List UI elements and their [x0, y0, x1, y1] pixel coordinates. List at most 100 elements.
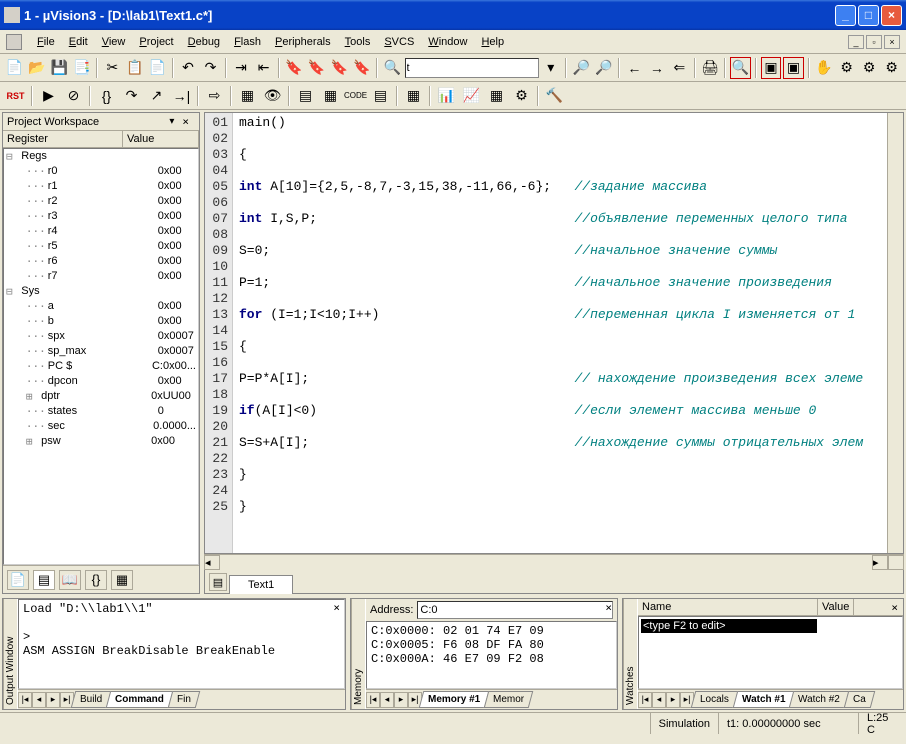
nav-prev-button[interactable]: ⇐	[669, 57, 690, 79]
run-button[interactable]: ▶	[37, 85, 60, 107]
toolbox-button[interactable]: ▦	[485, 85, 508, 107]
files-tab[interactable]: 📄	[7, 570, 29, 590]
memory-tab-1[interactable]: Memory #1	[419, 691, 490, 708]
reg-item[interactable]: ···b0x00	[4, 314, 198, 329]
reg-item[interactable]: ···r30x00	[4, 209, 198, 224]
reg-item[interactable]: ···r40x00	[4, 224, 198, 239]
reg-item[interactable]: ···sp_max0x0007	[4, 344, 198, 359]
reg-item[interactable]: ···r10x00	[4, 179, 198, 194]
funcs-tab[interactable]: {}	[85, 570, 107, 590]
dropdown-button[interactable]: ▾	[541, 57, 562, 79]
nav-back-button[interactable]: ←	[624, 57, 645, 79]
reg-item[interactable]: ···a0x00	[4, 299, 198, 314]
bookmark-toggle-button[interactable]: 🔖	[284, 57, 305, 79]
templates-tab[interactable]: ▦	[111, 570, 133, 590]
mdi-minimize-button[interactable]: _	[848, 35, 864, 49]
debug-start-button[interactable]: 🔍	[730, 57, 751, 79]
find-in-files-button[interactable]: 🔎	[571, 57, 592, 79]
register-col-name[interactable]: Register	[3, 131, 123, 147]
menu-peripherals[interactable]: Peripherals	[268, 33, 338, 51]
show-next-button[interactable]: ⇨	[203, 85, 226, 107]
menu-window[interactable]: Window	[421, 33, 474, 51]
memory-tab-2[interactable]: Memor	[484, 691, 534, 708]
memory-window-button[interactable]: ▦	[319, 85, 342, 107]
output-tab-find[interactable]: Fin	[168, 691, 200, 708]
new-file-button[interactable]: 📄	[4, 57, 25, 79]
mdi-restore-button[interactable]: ▫	[866, 35, 882, 49]
find-combo[interactable]	[405, 58, 539, 78]
hand-tool-button[interactable]: ✋	[814, 57, 835, 79]
menu-edit[interactable]: Edit	[62, 33, 95, 51]
breakpoint-kill-button[interactable]: ▣	[783, 57, 804, 79]
hscroll-left[interactable]: ◂	[204, 555, 220, 570]
watch-close-button[interactable]: ×	[888, 601, 901, 614]
watch-col-value[interactable]: Value	[818, 599, 854, 615]
watch-tab-call[interactable]: Ca	[844, 691, 875, 708]
watch-tab-2[interactable]: Watch #2	[789, 691, 849, 708]
nav-forward-button[interactable]: →	[647, 57, 668, 79]
reg-item[interactable]: ···r00x00	[4, 164, 198, 179]
bookmark-clear-button[interactable]: 🔖	[351, 57, 372, 79]
watch-col-name[interactable]: Name	[638, 599, 818, 615]
reg-item[interactable]: ⊞ psw0x00	[4, 434, 198, 449]
reg-item[interactable]: ···r20x00	[4, 194, 198, 209]
tool-button-3[interactable]: ⚙	[881, 57, 902, 79]
options-button[interactable]: 🔨	[543, 85, 566, 107]
code-editor[interactable]: main(){int A[10]={2,5,-8,7,-3,15,38,-11,…	[233, 113, 887, 553]
reg-item[interactable]: ···sec0.0000...	[4, 419, 198, 434]
reg-item[interactable]: ···spx0x0007	[4, 329, 198, 344]
menu-flash[interactable]: Flash	[227, 33, 268, 51]
menu-tools[interactable]: Tools	[338, 33, 378, 51]
undo-button[interactable]: ↶	[178, 57, 199, 79]
step-over-button[interactable]: ↷	[120, 85, 143, 107]
periph-button[interactable]: ⚙	[510, 85, 533, 107]
maximize-button[interactable]: □	[858, 5, 879, 26]
watch-tab-prev[interactable]: ◂	[652, 692, 666, 708]
print-button[interactable]: 🖨	[700, 57, 721, 79]
memory-dump[interactable]: C:0x0000: 02 01 74 E7 09 C:0x0005: F6 08…	[366, 621, 617, 689]
register-col-value[interactable]: Value	[123, 131, 199, 147]
disasm-window-button[interactable]: ▦	[236, 85, 259, 107]
menu-view[interactable]: View	[95, 33, 133, 51]
watch-tab-next[interactable]: ▸	[666, 692, 680, 708]
close-button[interactable]: ×	[881, 5, 902, 26]
output-tab-next[interactable]: ▸	[46, 692, 60, 708]
tool-button-2[interactable]: ⚙	[859, 57, 880, 79]
reg-item[interactable]: ⊞ dptr0xUU00	[4, 389, 198, 404]
workspace-close-button[interactable]: ×	[176, 115, 195, 128]
paste-button[interactable]: 📄	[147, 57, 168, 79]
regs-tab[interactable]: ▤	[33, 570, 55, 590]
minimize-button[interactable]: _	[835, 5, 856, 26]
books-tab[interactable]: 📖	[59, 570, 81, 590]
incremental-find-button[interactable]: 🔎	[594, 57, 615, 79]
symbols-window-button[interactable]: 📊	[435, 85, 458, 107]
indent-button[interactable]: ⇥	[231, 57, 252, 79]
reg-item[interactable]: ···states0	[4, 404, 198, 419]
perf-analyzer-button[interactable]: ▤	[369, 85, 392, 107]
tool-button-1[interactable]: ⚙	[836, 57, 857, 79]
watch-tab-locals[interactable]: Locals	[691, 691, 738, 708]
output-window-button[interactable]: 📈	[460, 85, 483, 107]
output-tab-command[interactable]: Command	[106, 691, 173, 708]
find-button-icon[interactable]: 🔍	[382, 57, 403, 79]
address-input[interactable]	[417, 601, 613, 619]
output-close-button[interactable]: ×	[330, 601, 343, 614]
breakpoint-insert-button[interactable]: ▣	[761, 57, 782, 79]
watch-edit-hint[interactable]: <type F2 to edit>	[641, 619, 817, 633]
hscroll-right[interactable]: ▸	[872, 555, 888, 570]
menu-help[interactable]: Help	[474, 33, 511, 51]
editor-file-tab[interactable]: Text1	[229, 575, 293, 594]
serial-window-button[interactable]: ▤	[294, 85, 317, 107]
watch-window-button[interactable]: 👁	[261, 85, 284, 107]
step-out-button[interactable]: ↗	[145, 85, 168, 107]
open-file-button[interactable]: 📂	[27, 57, 48, 79]
reg-item[interactable]: ···r60x00	[4, 254, 198, 269]
watch-tab-first[interactable]: |◂	[638, 692, 652, 708]
copy-button[interactable]: 📋	[125, 57, 146, 79]
output-tab-prev[interactable]: ◂	[32, 692, 46, 708]
mem-tab-prev[interactable]: ◂	[380, 692, 394, 708]
reset-button[interactable]: RST	[4, 85, 27, 107]
logic-analyzer-button[interactable]: ▦	[402, 85, 425, 107]
mem-tab-next[interactable]: ▸	[394, 692, 408, 708]
step-button[interactable]: {}	[95, 85, 118, 107]
